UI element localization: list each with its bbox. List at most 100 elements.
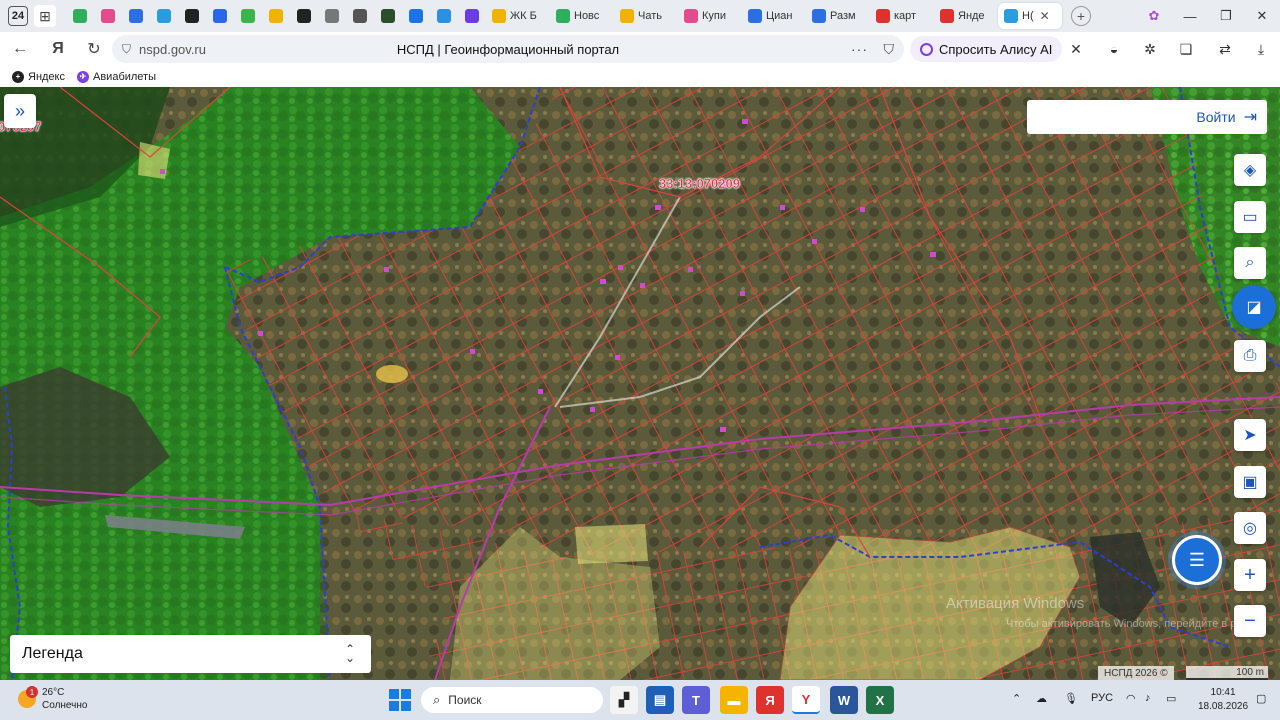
- browser-tab[interactable]: Циан: [742, 3, 805, 29]
- at-sign-icon: [408, 9, 423, 23]
- microphone-icon[interactable]: 🎙: [1064, 692, 1078, 705]
- omnibox[interactable]: ⛉ nspd.gov.ru НСПД | Геоинформационный п…: [112, 35, 904, 63]
- measure-button[interactable]: ▭: [1234, 201, 1266, 233]
- browser-tab[interactable]: [374, 3, 401, 29]
- start-button[interactable]: [389, 689, 411, 711]
- expand-collapse-icon[interactable]: ⌃ ⌄: [345, 643, 355, 664]
- yandex-home-button[interactable]: Я: [44, 35, 72, 63]
- minimize-window-button[interactable]: —: [1172, 9, 1208, 24]
- onedrive-icon[interactable]: ☁: [1036, 692, 1047, 705]
- site-info-icon[interactable]: ⛉: [122, 42, 131, 57]
- my-location-button[interactable]: ➤: [1234, 419, 1266, 451]
- browser-tab[interactable]: Купи: [678, 3, 741, 29]
- green-leaf-icon: [556, 9, 570, 23]
- browser-tab[interactable]: ЖК Б: [486, 3, 549, 29]
- browser-tab[interactable]: [178, 3, 205, 29]
- browser-tab[interactable]: [262, 3, 289, 29]
- bookmarks-bar: + Яндекс ✈ Авиабилеты: [0, 66, 1280, 87]
- vpn-icon[interactable]: ◒: [1103, 38, 1125, 60]
- ask-alice-button[interactable]: Спросить Алису AI: [910, 36, 1063, 62]
- chat-button[interactable]: ☰: [1172, 535, 1222, 585]
- url-text[interactable]: nspd.gov.ru: [139, 42, 206, 57]
- arrow-up-right-icon: [296, 9, 311, 23]
- translate-icon[interactable]: ⇄: [1214, 38, 1236, 60]
- tab-title: Новс: [574, 10, 600, 22]
- tab-count-button[interactable]: 24: [8, 6, 28, 26]
- cadastral-number-label[interactable]: 33:13:070209: [659, 176, 740, 191]
- language-indicator[interactable]: РУС: [1091, 692, 1113, 704]
- browser-tab[interactable]: [430, 3, 457, 29]
- browser-tab[interactable]: Н(✕: [998, 3, 1062, 29]
- wifi-icon[interactable]: ◠: [1126, 692, 1136, 705]
- zoom-in-button[interactable]: +: [1234, 559, 1266, 591]
- yandex-browser-icon[interactable]: Я: [756, 686, 784, 714]
- tab-title: Чать: [638, 10, 662, 22]
- browser-tab[interactable]: Чать: [614, 3, 677, 29]
- tab-search-icon[interactable]: ⊞: [34, 5, 56, 27]
- browser-tab[interactable]: Янде: [934, 3, 997, 29]
- taskbar-search[interactable]: ⌕ Поиск: [421, 687, 603, 713]
- chat-icon: [212, 9, 227, 23]
- browser-tab[interactable]: [402, 3, 429, 29]
- area-search-button[interactable]: ⌕: [1234, 247, 1266, 279]
- browser-tab[interactable]: [458, 3, 485, 29]
- excel-icon[interactable]: X: [866, 686, 894, 714]
- browser-tab[interactable]: [66, 3, 93, 29]
- browser-tab[interactable]: [206, 3, 233, 29]
- browser-tab[interactable]: карт: [870, 3, 933, 29]
- chat-icon: ☰: [1188, 549, 1206, 570]
- browser-tab[interactable]: [94, 3, 121, 29]
- battery-icon[interactable]: ▭: [1166, 692, 1176, 705]
- geo-search-button[interactable]: ◎: [1234, 512, 1266, 544]
- nspd-assistant-button[interactable]: ◪: [1232, 285, 1276, 329]
- downloads-icon[interactable]: ⤓: [1250, 38, 1272, 60]
- login-button[interactable]: Войти ⇥: [1027, 100, 1267, 134]
- browser-tab[interactable]: [290, 3, 317, 29]
- clock-time: 10:41: [1210, 687, 1236, 698]
- cadastral-map-canvas[interactable]: [0, 87, 1280, 680]
- extension-icon[interactable]: ✲: [1139, 38, 1161, 60]
- legend-panel[interactable]: Легенда ⌃ ⌄: [10, 635, 371, 673]
- minimap-button[interactable]: ▣: [1234, 466, 1266, 498]
- close-window-button[interactable]: ✕: [1244, 8, 1280, 24]
- yandex-app-icon[interactable]: Y: [792, 686, 820, 714]
- tab-title: ЖК Б: [510, 10, 537, 22]
- collections-icon[interactable]: ❏: [1175, 38, 1197, 60]
- bookmark-avia[interactable]: ✈ Авиабилеты: [77, 70, 156, 83]
- teams-icon[interactable]: T: [682, 686, 710, 714]
- tools-icon[interactable]: ✕: [1065, 38, 1087, 60]
- browser-tab[interactable]: [346, 3, 373, 29]
- store-icon[interactable]: ▤: [646, 686, 674, 714]
- extensions-menu-icon[interactable]: ✿: [1136, 8, 1172, 24]
- map-viewport[interactable]: 33:13:070209 070207 » Войти ⇥ ◈ ▭ ⌕ ◪ ⎙ …: [0, 87, 1280, 680]
- volume-icon[interactable]: ♪: [1145, 692, 1151, 704]
- bookmark-icon[interactable]: ⛉: [884, 41, 895, 58]
- print-button[interactable]: ⎙: [1234, 340, 1266, 372]
- browser-tab[interactable]: [318, 3, 345, 29]
- green-leaf-icon: [72, 9, 87, 23]
- browser-tab[interactable]: Новс: [550, 3, 613, 29]
- tray-overflow-icon[interactable]: ⌃: [1012, 692, 1021, 705]
- highlighted-parcel-small: [575, 524, 648, 564]
- new-tab-button[interactable]: +: [1071, 6, 1091, 26]
- reload-button[interactable]: ↻: [80, 35, 108, 63]
- browser-tab[interactable]: [234, 3, 261, 29]
- file-explorer-icon[interactable]: ▬: [720, 686, 748, 714]
- check-circle-icon: [240, 9, 255, 23]
- browser-tab[interactable]: [122, 3, 149, 29]
- system-clock[interactable]: 10:41 18.08.2026: [1198, 686, 1248, 714]
- word-icon[interactable]: W: [830, 686, 858, 714]
- maximize-window-button[interactable]: ❐: [1208, 8, 1244, 24]
- back-button[interactable]: ←: [6, 35, 34, 63]
- weather-widget[interactable]: 1 26°C Солнечно: [18, 686, 87, 712]
- notifications-icon[interactable]: ▢: [1256, 692, 1266, 705]
- browser-tab[interactable]: [150, 3, 177, 29]
- expand-panel-button[interactable]: »: [4, 94, 36, 128]
- bookmark-yandex[interactable]: + Яндекс: [12, 70, 65, 83]
- task-view-icon[interactable]: ▞: [610, 686, 638, 714]
- close-tab-icon[interactable]: ✕: [1040, 9, 1050, 23]
- bookmark-label: Яндекс: [28, 70, 65, 83]
- browser-tab[interactable]: Разм: [806, 3, 869, 29]
- more-actions-icon[interactable]: ···: [851, 41, 868, 57]
- layers-button[interactable]: ◈: [1234, 154, 1266, 186]
